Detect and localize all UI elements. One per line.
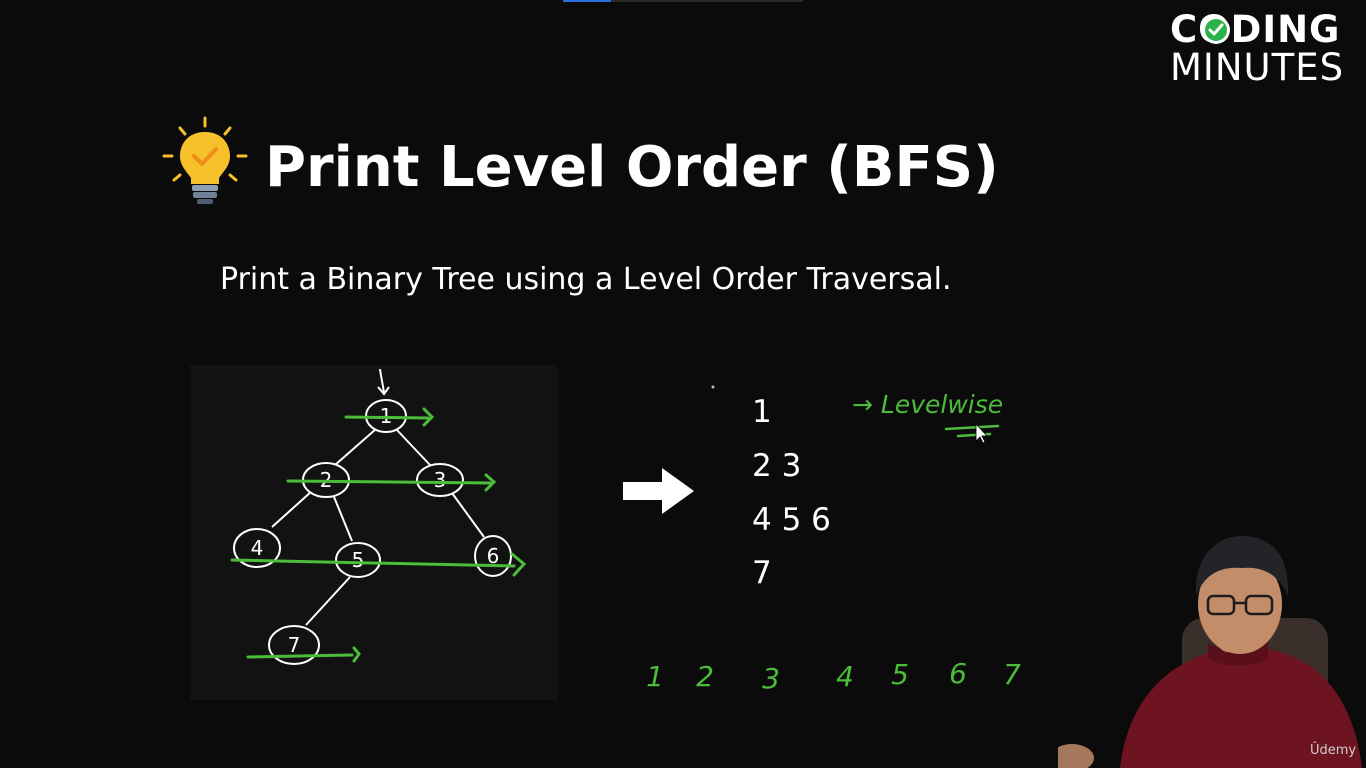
tree-node-5: 5 <box>352 548 365 572</box>
tree-node-3: 3 <box>434 468 447 492</box>
tree-diagram-panel: 1 2 3 4 5 6 7 <box>190 365 558 700</box>
mouse-cursor-icon <box>975 422 988 444</box>
binary-tree-diagram: 1 2 3 4 5 6 7 <box>230 368 527 665</box>
right-arrow-icon <box>623 468 694 514</box>
video-progress-fill <box>563 0 611 2</box>
sequence-item-4: 4 <box>836 660 854 693</box>
presenter-webcam <box>1058 536 1362 768</box>
tree-node-7: 7 <box>288 633 301 657</box>
output-line-1: 1 <box>752 394 772 430</box>
sequence-item-2: 2 <box>696 660 714 693</box>
sequence-item-5: 5 <box>891 658 909 691</box>
output-line-2: 2 3 <box>752 448 802 484</box>
sequence-item-6: 6 <box>949 657 967 690</box>
output-line-4: 7 <box>752 555 772 591</box>
sequence-item-7: 7 <box>1003 658 1021 691</box>
logo-line-2: MINUTES <box>1170 46 1345 89</box>
tree-node-4: 4 <box>251 536 264 560</box>
output-line-3: 4 5 6 <box>752 502 831 538</box>
video-progress-bar[interactable] <box>563 0 803 2</box>
udemy-watermark: Ûdemy <box>1310 743 1357 758</box>
levelwise-note: → Levelwise <box>852 390 1003 419</box>
slide-subtitle: Print a Binary Tree using a Level Order … <box>220 262 952 297</box>
sequence-item-3: 3 <box>762 662 780 695</box>
coding-minutes-logo: CODING MINUTES <box>1168 8 1358 88</box>
sequence-item-1: 1 <box>646 660 664 693</box>
slide-title: Print Level Order (BFS) <box>265 135 999 200</box>
lightbulb-icon <box>162 116 248 204</box>
check-icon <box>1202 16 1230 44</box>
